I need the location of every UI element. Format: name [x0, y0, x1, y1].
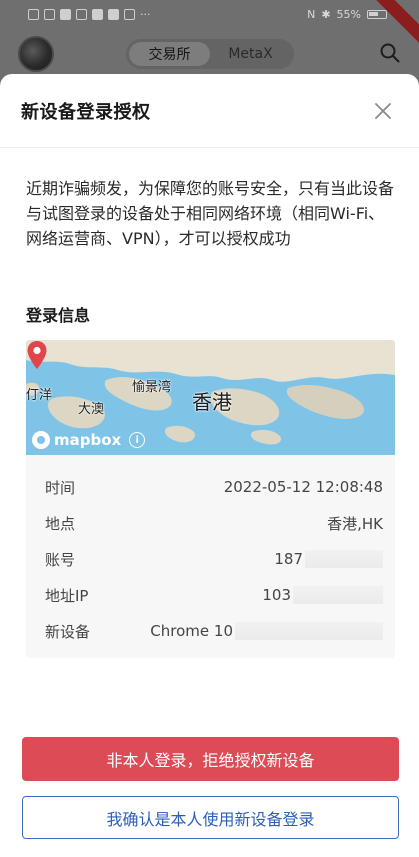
app-icon [124, 8, 135, 20]
exchange-tab-switch: 交易所 MetaX [126, 39, 294, 69]
mapbox-logo-icon [32, 431, 50, 449]
sheet-header: 新设备登录授权 [0, 74, 419, 148]
mapbox-attribution: mapbox i [32, 431, 146, 449]
close-button[interactable] [369, 97, 397, 125]
app-icon [108, 8, 119, 20]
app-icon [76, 8, 87, 20]
battery-percent: 55% [336, 7, 361, 21]
status-notification-icons: ··· [28, 8, 151, 21]
sheet-title: 新设备登录授权 [21, 101, 151, 123]
info-row-device: 新设备 Chrome 10 [45, 613, 383, 649]
location-pin-icon [27, 341, 47, 369]
app-header: 交易所 MetaX [0, 28, 419, 78]
info-label: 地点 [45, 514, 76, 533]
info-row-location: 地点 香港,HK [45, 505, 383, 541]
info-value: 187 [274, 550, 383, 568]
info-value-text: Chrome 10 [150, 622, 233, 640]
notification-icon [28, 8, 39, 20]
info-row-account: 账号 187 [45, 541, 383, 577]
wifi-icon [44, 8, 55, 20]
login-info-card: 仃洋 大澳 愉景湾 香港 mapbox i 时间 2022-05-12 12:0… [26, 340, 395, 658]
tab-exchange[interactable]: 交易所 [129, 42, 210, 66]
status-bar: ··· N ✱ 55% 09 [0, 0, 419, 51]
more-icon: ··· [140, 7, 151, 21]
info-label: 新设备 [45, 622, 91, 641]
map-label: 仃洋 [26, 388, 53, 403]
redacted-block [305, 550, 383, 568]
map-label: 愉景湾 [132, 380, 172, 395]
info-value-text: 103 [262, 586, 291, 604]
info-value: 2022-05-12 12:08:48 [224, 478, 383, 496]
redacted-block [235, 622, 383, 640]
info-value-text: 2022-05-12 12:08:48 [223, 478, 383, 496]
security-notice: 近期诈骗频发，为保障您的账号安全，只有当此设备与试图登录的设备处于相同网络环境（… [26, 179, 395, 248]
map-label: 大澳 [78, 402, 105, 417]
info-icon[interactable]: i [129, 432, 146, 448]
confirm-new-device-button[interactable]: 我确认是本人使用新设备登录 [22, 796, 399, 839]
info-value-text: 香港,HK [327, 514, 383, 533]
info-value: 香港,HK [327, 513, 383, 534]
redacted-block [293, 586, 383, 604]
map-label-city: 香港 [192, 390, 232, 414]
bluetooth-icon: ✱ [321, 7, 331, 21]
info-label: 时间 [45, 478, 76, 497]
info-value-text: 187 [274, 550, 303, 568]
search-icon[interactable] [379, 42, 401, 64]
mapbox-wordmark: mapbox [54, 431, 122, 449]
login-location-map[interactable]: 仃洋 大澳 愉景湾 香港 mapbox i [26, 340, 395, 455]
close-icon [375, 102, 391, 119]
login-info-rows: 时间 2022-05-12 12:08:48 地点 香港,HK 账号 187 地… [26, 455, 395, 649]
reject-new-device-button[interactable]: 非本人登录，拒绝授权新设备 [22, 737, 399, 781]
info-row-ip: 地址IP 103 [45, 577, 383, 613]
info-label: 地址IP [45, 586, 89, 605]
nfc-icon: N [307, 7, 316, 21]
info-row-time: 时间 2022-05-12 12:08:48 [45, 469, 383, 505]
login-info-heading: 登录信息 [26, 306, 91, 325]
info-value: 103 [262, 586, 383, 604]
device-authorization-sheet: 新设备登录授权 近期诈骗频发，为保障您的账号安全，只有当此设备与试图登录的设备处… [0, 74, 419, 857]
info-label: 账号 [45, 550, 76, 569]
tab-metax[interactable]: MetaX [210, 42, 291, 66]
avatar[interactable] [18, 36, 54, 72]
app-icon [60, 8, 71, 20]
battery-icon [367, 9, 387, 19]
app-icon [92, 8, 103, 20]
info-value: Chrome 10 [150, 622, 383, 640]
